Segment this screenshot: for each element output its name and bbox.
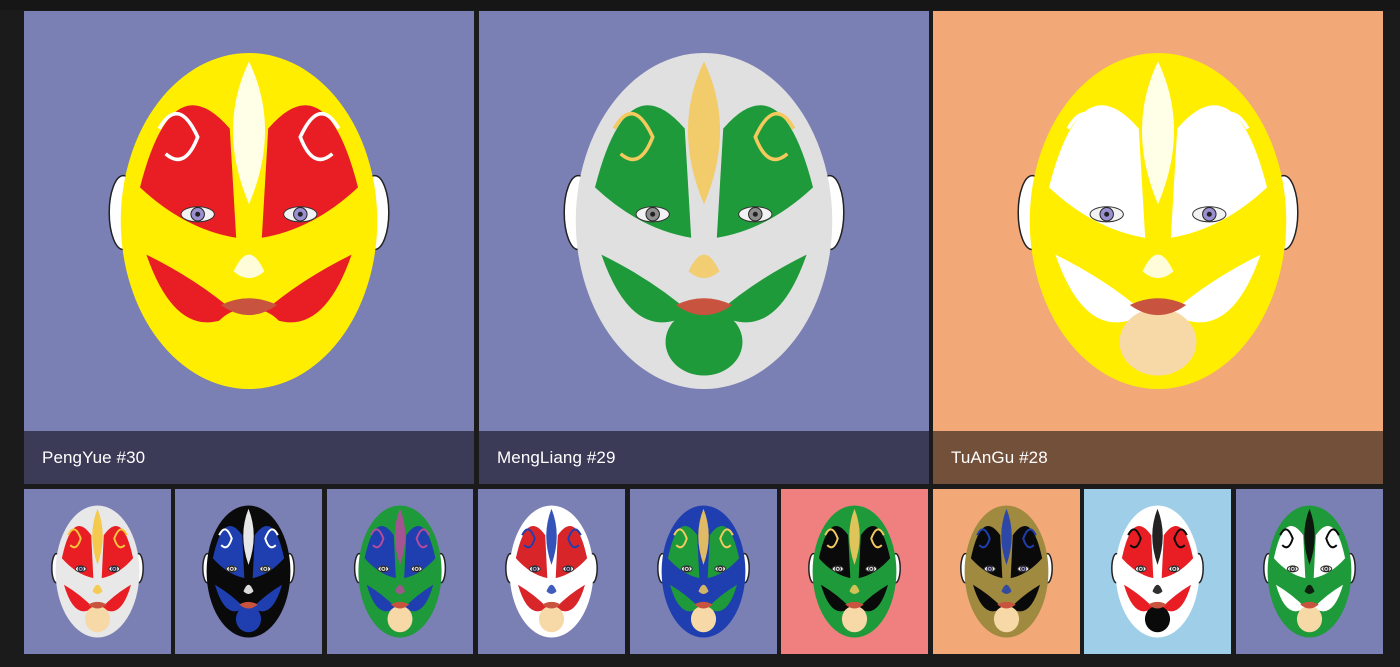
thumbnail-card[interactable] — [630, 489, 777, 654]
opera-mask-green-white-black-icon — [1236, 489, 1383, 654]
featured-card-tuangu[interactable]: TuAnGu #28 — [933, 11, 1383, 484]
opera-mask-white-red-black-icon — [1084, 489, 1231, 654]
mask-gallery: PengYue #30 MengLiang #29 TuAnGu #28 — [0, 0, 1400, 667]
opera-mask-white-red-blue-icon — [478, 489, 625, 654]
opera-mask-blue-green-yellow-icon — [630, 489, 777, 654]
featured-card-mengliang[interactable]: MengLiang #29 — [479, 11, 929, 484]
opera-mask-blue-green-icon — [327, 489, 473, 654]
opera-mask-green-black-icon — [781, 489, 928, 654]
opera-mask-gold-black-icon — [933, 489, 1080, 654]
card-title: PengYue #30 — [42, 447, 146, 467]
opera-mask-yellow-white-icon — [933, 11, 1383, 431]
card-title: TuAnGu #28 — [951, 447, 1048, 467]
thumbnail-card[interactable] — [1084, 489, 1231, 654]
card-caption: PengYue #30 — [24, 431, 474, 484]
card-title: MengLiang #29 — [497, 447, 616, 467]
thumbnail-card[interactable] — [478, 489, 625, 654]
opera-mask-red-yellow-icon — [24, 11, 474, 431]
thumbnail-card[interactable] — [24, 489, 171, 654]
top-bar — [0, 0, 1400, 10]
opera-mask-green-white-icon — [479, 11, 929, 431]
card-caption: MengLiang #29 — [479, 431, 929, 484]
thumbnail-card[interactable] — [175, 489, 322, 654]
thumbnail-card[interactable] — [327, 489, 473, 654]
opera-mask-black-blue-icon — [175, 489, 322, 654]
thumbnail-card[interactable] — [1236, 489, 1383, 654]
card-caption: TuAnGu #28 — [933, 431, 1383, 484]
thumbnail-card[interactable] — [781, 489, 928, 654]
thumbnail-card[interactable] — [933, 489, 1080, 654]
featured-card-pengyue[interactable]: PengYue #30 — [24, 11, 474, 484]
opera-mask-red-white-icon — [24, 489, 171, 654]
